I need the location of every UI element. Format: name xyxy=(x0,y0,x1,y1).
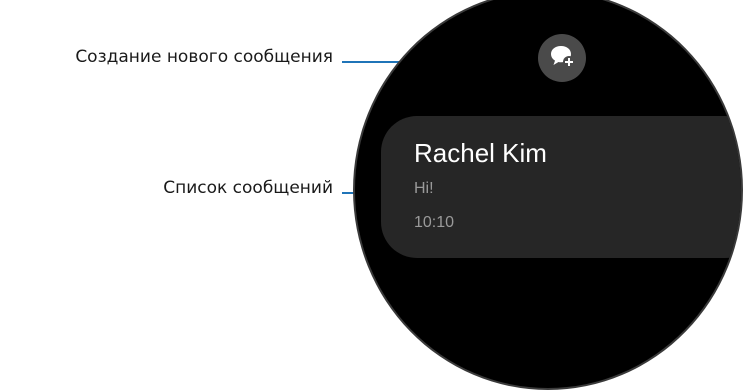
new-message-icon xyxy=(547,41,577,76)
callout-message-list-label: Список сообщений xyxy=(163,178,333,198)
new-message-button[interactable] xyxy=(538,34,586,82)
message-preview: Hi! xyxy=(414,180,434,197)
callout-new-message-label: Создание нового сообщения xyxy=(75,47,333,67)
message-sender-name: Rachel Kim xyxy=(414,138,547,168)
message-list-item[interactable]: Rachel Kim Hi! 10:10 xyxy=(381,116,741,258)
watch-screen: Rachel Kim Hi! 10:10 xyxy=(353,0,743,390)
message-time: 10:10 xyxy=(414,214,455,231)
